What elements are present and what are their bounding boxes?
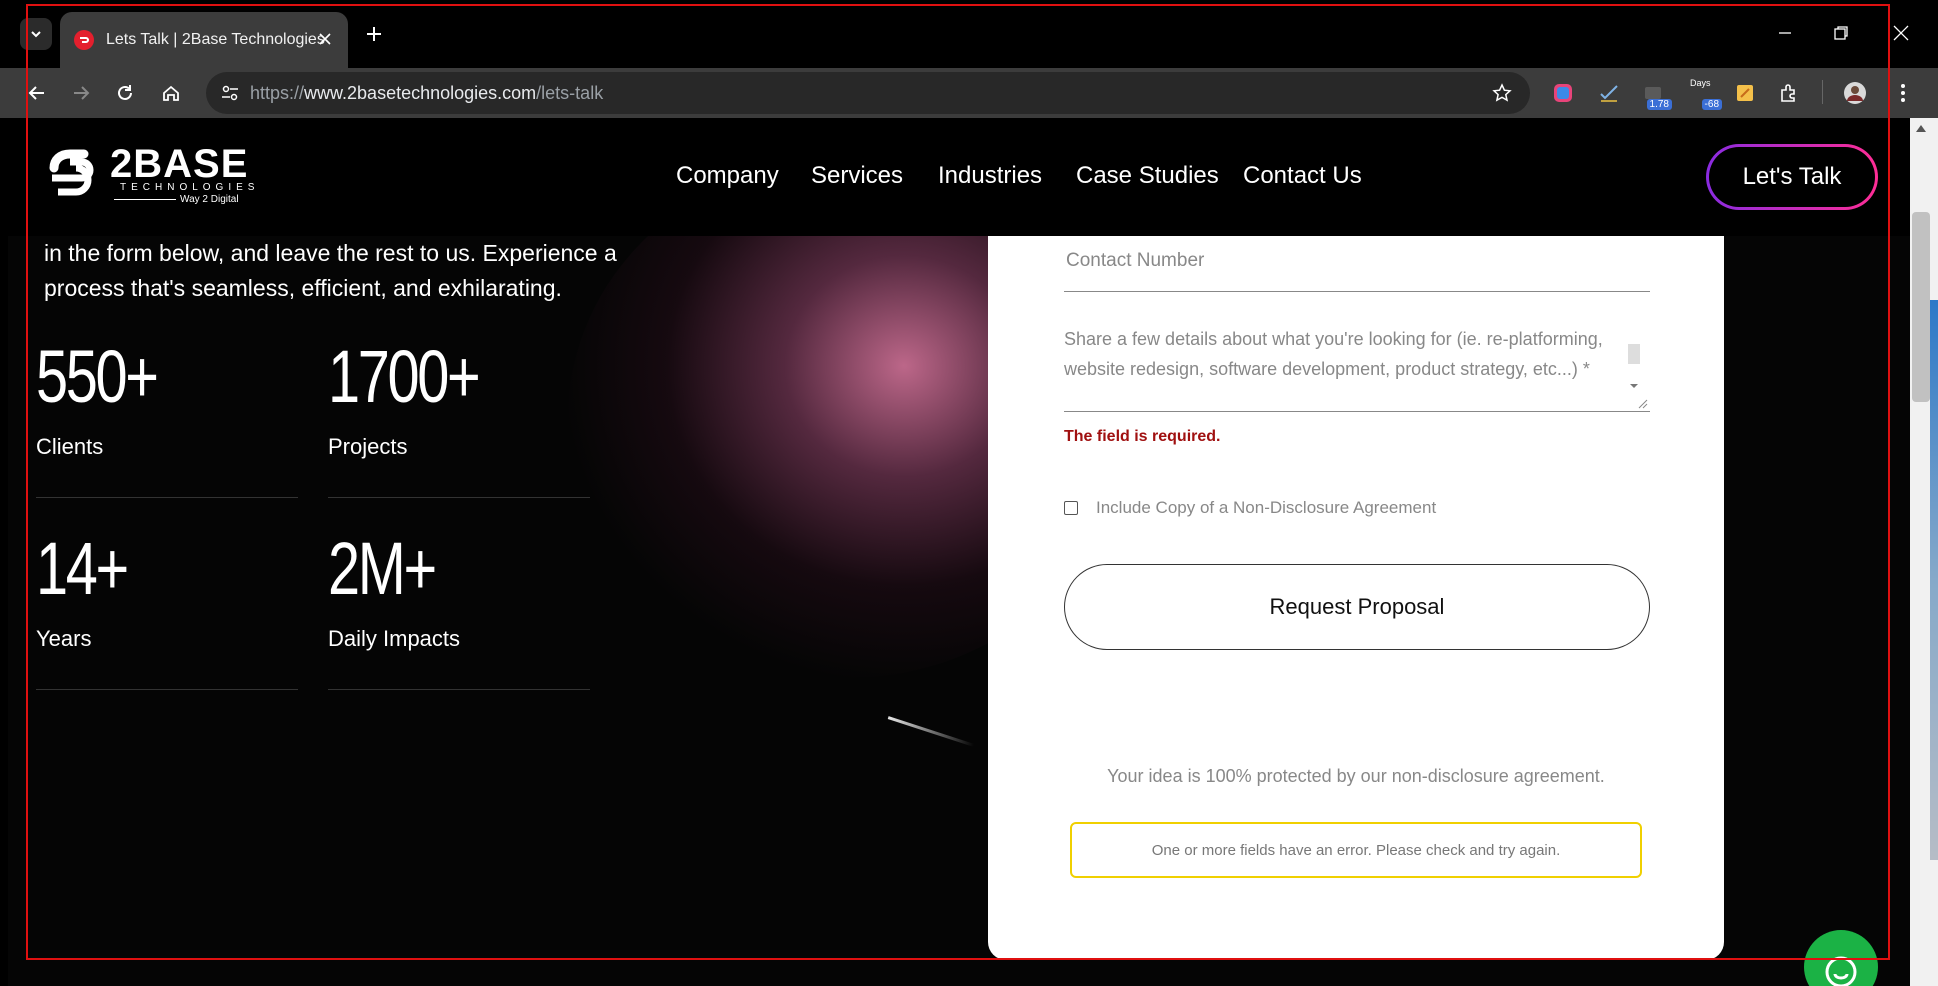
stat-label: Years (36, 626, 92, 651)
notes-extension-icon[interactable] (1732, 80, 1758, 106)
page-scrollbar-thumb[interactable] (1912, 212, 1930, 402)
home-icon[interactable] (158, 80, 184, 106)
forward-arrow-icon[interactable] (68, 80, 94, 106)
minimize-icon[interactable] (1772, 20, 1798, 46)
tab-title: Lets Talk | 2Base Technologies (106, 31, 325, 48)
stat-projects: 1700+ Projects (328, 340, 590, 498)
browser-window: Lets Talk | 2Base Technologies https://w… (0, 0, 1938, 986)
bookmark-star-icon[interactable] (1490, 81, 1514, 105)
project-details-textarea[interactable]: Share a few details about what you're lo… (1064, 324, 1650, 412)
toolbar-divider (1822, 80, 1823, 104)
days-label: Days (1690, 78, 1711, 88)
rating-badge: 1.78 (1646, 99, 1672, 110)
days-badge: -68 (1701, 99, 1722, 110)
url-scheme: https:// (250, 83, 305, 103)
logo-name: 2BASE (110, 142, 249, 186)
scroll-up-arrow-icon[interactable] (1914, 122, 1928, 134)
stat-daily-impacts: 2M+ Daily Impacts (328, 532, 590, 690)
lets-talk-button[interactable]: Let's Talk (1706, 144, 1878, 210)
nda-label: Include Copy of a Non-Disclosure Agreeme… (1096, 498, 1437, 517)
stat-value: 1700+ (328, 335, 481, 418)
adjacent-window-edge (1930, 300, 1938, 860)
details-error-message: The field is required. (1064, 428, 1221, 445)
request-proposal-button[interactable]: Request Proposal (1064, 564, 1650, 650)
logo-subtitle: TECHNOLOGIES (120, 182, 260, 193)
stat-label: Clients (36, 434, 104, 459)
web-page: 2BASE TECHNOLOGIES Way 2 Digital Company… (8, 118, 1910, 986)
contact-number-placeholder: Contact Number (1066, 250, 1205, 271)
stat-value: 550+ (36, 335, 159, 418)
site-header: 2BASE TECHNOLOGIES Way 2 Digital Company… (8, 118, 1910, 236)
nav-case-studies[interactable]: Case Studies (1076, 162, 1219, 190)
url-path: /lets-talk (536, 83, 604, 103)
rating-extension-icon[interactable]: 1.78 (1640, 80, 1672, 110)
close-window-icon[interactable] (1888, 20, 1914, 46)
stat-value: 2M+ (328, 527, 437, 610)
nav-industries[interactable]: Industries (938, 162, 1042, 190)
stat-value: 14+ (36, 527, 129, 610)
nda-option[interactable]: Include Copy of a Non-Disclosure Agreeme… (1064, 498, 1436, 518)
url-host: www.2basetechnologies.com (304, 83, 537, 103)
light-streak (887, 716, 975, 747)
nda-checkbox[interactable] (1064, 501, 1078, 515)
proposal-form-card: Contact Number Share a few details about… (988, 236, 1724, 960)
url-text: https://www.2basetechnologies.com/lets-t… (250, 83, 603, 104)
scroll-down-icon[interactable] (1628, 382, 1640, 390)
contact-number-field[interactable]: Contact Number (1064, 236, 1650, 292)
chat-bubble-icon (1825, 956, 1857, 986)
chat-widget-button[interactable] (1804, 930, 1878, 986)
stat-label: Projects (328, 434, 408, 459)
close-tab-icon[interactable] (316, 30, 334, 48)
browser-toolbar: https://www.2basetechnologies.com/lets-t… (0, 68, 1938, 118)
color-picker-icon[interactable] (1550, 80, 1576, 106)
tab-bar: Lets Talk | 2Base Technologies (0, 0, 1938, 68)
stat-clients: 550+ Clients (36, 340, 298, 498)
project-details-placeholder: Share a few details about what you're lo… (1064, 329, 1603, 379)
browser-menu-icon[interactable] (1890, 80, 1916, 106)
protection-note: Your idea is 100% protected by our non-d… (1107, 766, 1605, 786)
restore-icon[interactable] (1828, 20, 1854, 46)
textarea-scroll-thumb[interactable] (1628, 344, 1640, 364)
nav-services[interactable]: Services (811, 162, 903, 190)
logo-mark-icon (49, 149, 94, 196)
days-counter-icon[interactable]: Days -68 (1690, 78, 1722, 110)
nav-contact-us[interactable]: Contact Us (1243, 162, 1362, 190)
lets-talk-label: Let's Talk (1709, 147, 1875, 207)
back-arrow-icon[interactable] (24, 80, 50, 106)
spell-check-icon[interactable] (1596, 80, 1622, 106)
logo-tagline: Way 2 Digital (180, 194, 239, 205)
site-logo[interactable]: 2BASE TECHNOLOGIES Way 2 Digital (44, 144, 264, 206)
form-error-alert: One or more fields have an error. Please… (1070, 822, 1642, 878)
chevron-down-icon (31, 31, 41, 38)
active-tab[interactable]: Lets Talk | 2Base Technologies (60, 12, 348, 68)
site-favicon-icon (74, 30, 94, 50)
intro-text: in the form below, and leave the rest to… (44, 240, 617, 301)
textarea-scrollbar[interactable] (1628, 330, 1640, 390)
logo-rule (114, 199, 176, 200)
reload-icon[interactable] (112, 80, 138, 106)
site-settings-icon[interactable] (218, 81, 242, 105)
address-bar[interactable]: https://www.2basetechnologies.com/lets-t… (206, 72, 1530, 114)
profile-avatar-icon[interactable] (1842, 80, 1868, 106)
resize-handle-icon[interactable] (1638, 399, 1648, 409)
stat-years: 14+ Years (36, 532, 298, 690)
nav-company[interactable]: Company (676, 162, 779, 190)
tab-search-button[interactable] (20, 18, 52, 50)
new-tab-icon[interactable] (362, 22, 386, 46)
stat-label: Daily Impacts (328, 626, 461, 651)
extensions-puzzle-icon[interactable] (1776, 80, 1802, 106)
